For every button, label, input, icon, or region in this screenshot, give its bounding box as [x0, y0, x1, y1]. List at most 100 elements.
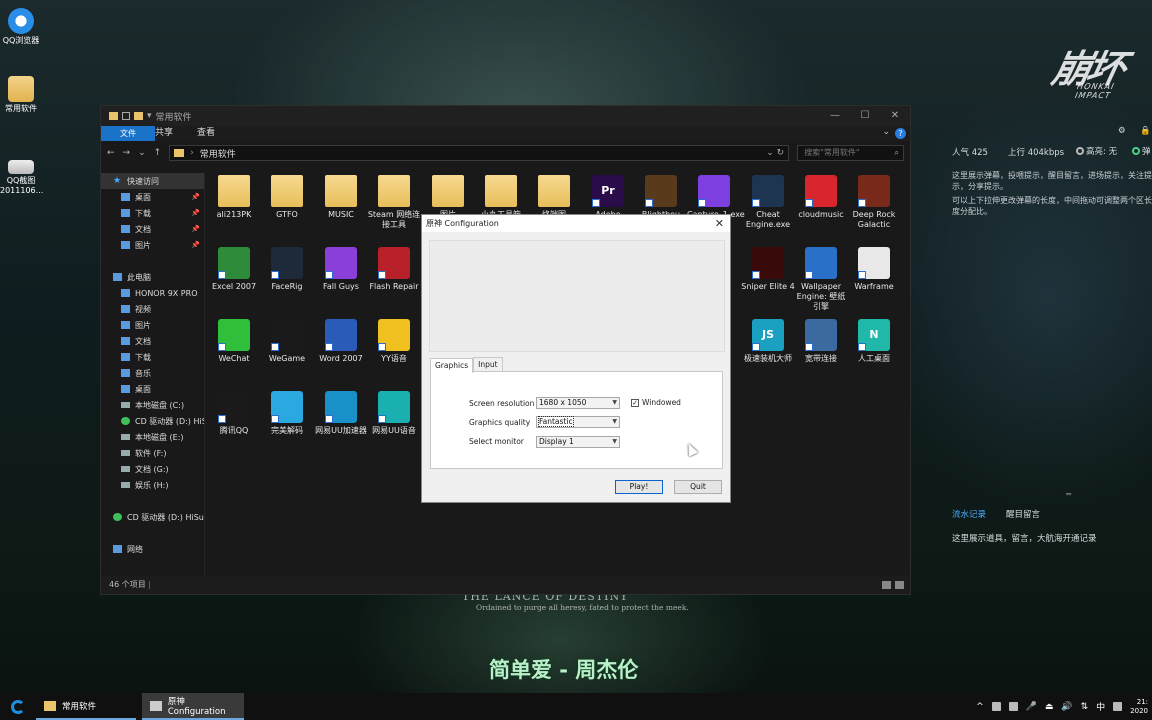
nav-item[interactable]: 视频 — [101, 301, 204, 317]
tray-app-icon[interactable] — [991, 702, 1001, 711]
close-button[interactable]: ✕ — [880, 106, 910, 126]
danmaku-option[interactable]: 弹 — [1132, 145, 1151, 157]
file-item[interactable]: MUSIC — [314, 175, 368, 220]
breadcrumb-chevron-icon[interactable]: › — [190, 148, 194, 158]
nav-item[interactable]: 此电脑 — [101, 269, 204, 285]
lock-icon[interactable]: 🔒 — [1140, 126, 1151, 136]
microphone-icon[interactable]: 🎤 — [1026, 702, 1037, 712]
input-method-indicator[interactable]: 中 — [1096, 700, 1105, 713]
help-icon[interactable]: ? — [895, 128, 906, 139]
network-icon[interactable]: ⇅ — [1081, 702, 1089, 712]
file-item[interactable]: 腾讯QQ — [207, 391, 261, 436]
file-item[interactable]: GTFO — [260, 175, 314, 220]
file-item[interactable]: Steam 网络连接工具 — [367, 175, 421, 230]
nav-item[interactable]: 图片 — [101, 317, 204, 333]
up-arrow-icon[interactable]: ↑ — [154, 148, 162, 158]
nav-item[interactable]: 桌面 — [101, 381, 204, 397]
file-item[interactable]: Fall Guys — [314, 247, 368, 292]
quit-button[interactable]: Quit — [674, 480, 722, 494]
file-item[interactable]: Word 2007 — [314, 319, 368, 364]
nav-item[interactable]: HONOR 9X PRO — [101, 285, 204, 301]
play-button[interactable]: Play! — [615, 480, 663, 494]
refresh-icon[interactable]: ⌄ ↻ — [766, 148, 784, 158]
tab-file[interactable]: 文件 — [101, 126, 155, 141]
file-item[interactable]: 完美解码 — [260, 391, 314, 436]
nav-item[interactable]: 文档 — [101, 333, 204, 349]
back-arrow-icon[interactable]: ← — [107, 148, 115, 158]
checkbox-icon[interactable] — [122, 112, 130, 120]
tab-input[interactable]: Input — [473, 357, 503, 372]
taskbar-item-config[interactable]: 原神 Configuration — [142, 693, 244, 720]
tab-graphics[interactable]: Graphics — [430, 358, 474, 373]
file-item[interactable]: 网易UU加速器 — [314, 391, 368, 436]
nav-item[interactable]: 网络 — [101, 541, 204, 557]
nav-item[interactable]: 音乐 — [101, 365, 204, 381]
large-icons-view-icon[interactable] — [895, 581, 904, 589]
monitor-select[interactable]: Display 1 ▼ — [536, 436, 620, 448]
file-item[interactable]: N 人工桌面 — [847, 319, 901, 364]
file-item[interactable]: Warframe — [847, 247, 901, 292]
nav-item[interactable]: ★ 快速访问 — [101, 173, 204, 189]
search-input[interactable]: 搜索"常用软件" ⌕ — [797, 145, 904, 161]
nav-item[interactable]: 本地磁盘 (C:) — [101, 397, 204, 413]
nav-item[interactable]: CD 驱动器 (D:) HiS — [101, 413, 204, 429]
file-item[interactable]: cloudmusic — [794, 175, 848, 220]
details-view-icon[interactable] — [882, 581, 891, 589]
file-item[interactable]: Sniper Elite 4 — [741, 247, 795, 292]
quality-select[interactable]: Fantastic ▼ — [536, 416, 620, 428]
tab-super-chat[interactable]: 醒目留言 — [1006, 508, 1040, 520]
title-bar[interactable]: ▾ 常用软件 — ☐ ✕ — [101, 106, 910, 126]
file-item[interactable]: WeGame — [260, 319, 314, 364]
file-item[interactable]: Flash Repair — [367, 247, 421, 292]
volume-icon[interactable]: 🔊 — [1061, 702, 1072, 712]
tray-app-icon[interactable] — [1008, 702, 1018, 711]
highlight-option[interactable]: 高亮: 无 — [1076, 145, 1117, 157]
dialog-title-bar[interactable]: 原神 Configuration ✕ — [422, 215, 730, 232]
desktop-icon-folder[interactable]: 常用软件 — [0, 76, 42, 114]
nav-item[interactable]: CD 驱动器 (D:) HiSu — [101, 509, 204, 525]
resize-handle[interactable]: ═ — [1066, 490, 1071, 500]
nav-item[interactable]: 文档 (G:) — [101, 461, 204, 477]
close-icon[interactable]: ✕ — [715, 217, 724, 230]
tab-flow-record[interactable]: 流水记录 — [952, 508, 986, 520]
file-item[interactable]: Cheat Engine.exe — [741, 175, 795, 230]
nav-item[interactable]: 娱乐 (H:) — [101, 477, 204, 493]
chevron-down-icon[interactable]: ⌄ — [882, 127, 890, 137]
file-item[interactable]: YY语音 — [367, 319, 421, 364]
breadcrumb[interactable]: 常用软件 — [200, 147, 236, 160]
nav-item[interactable]: 软件 (F:) — [101, 445, 204, 461]
usb-icon[interactable]: ⏏ — [1045, 702, 1054, 712]
chevron-down-icon[interactable]: ▾ — [147, 111, 152, 121]
desktop-icon-browser[interactable]: QQ浏览器 — [0, 8, 42, 46]
nav-item[interactable]: 文档 📌 — [101, 221, 204, 237]
file-item[interactable]: WeChat — [207, 319, 261, 364]
edge-browser-button[interactable] — [0, 693, 36, 720]
tray-app-icon[interactable] — [1113, 702, 1123, 711]
resolution-select[interactable]: 1680 x 1050 ▼ — [536, 397, 620, 409]
file-item[interactable]: FaceRig — [260, 247, 314, 292]
file-item[interactable]: JS 极速装机大师 — [741, 319, 795, 364]
nav-item[interactable]: 下载 📌 — [101, 205, 204, 221]
nav-item[interactable]: 本地磁盘 (E:) — [101, 429, 204, 445]
gear-icon[interactable]: ⚙ — [1118, 126, 1126, 136]
minimize-button[interactable]: — — [820, 106, 850, 126]
recent-chevron-icon[interactable]: ⌄ — [138, 148, 146, 158]
maximize-button[interactable]: ☐ — [850, 106, 880, 126]
file-item[interactable]: Wallpaper Engine: 壁纸引擎 — [794, 247, 848, 312]
desktop-icon-screenshot[interactable]: QQ截图2011106... — [0, 152, 43, 196]
address-bar[interactable]: › 常用软件 ⌄ ↻ — [169, 145, 790, 161]
nav-item[interactable]: 图片 📌 — [101, 237, 204, 253]
nav-item[interactable]: 桌面 📌 — [101, 189, 204, 205]
file-item[interactable]: Deep Rock Galactic — [847, 175, 901, 230]
forward-arrow-icon[interactable]: → — [123, 148, 131, 158]
nav-item[interactable]: 下载 — [101, 349, 204, 365]
tray-expand-icon[interactable]: ^ — [976, 702, 984, 712]
file-item[interactable]: 宽带连接 — [794, 319, 848, 364]
tab-view[interactable]: 查看 — [185, 126, 227, 141]
file-item[interactable]: 网易UU语音 — [367, 391, 421, 436]
windowed-checkbox[interactable]: ✓ Windowed — [631, 398, 681, 407]
taskbar-item-explorer[interactable]: 常用软件 — [36, 693, 136, 720]
clock[interactable]: 21: 2020 — [1130, 698, 1148, 716]
file-item[interactable]: ali213PK — [207, 175, 261, 220]
folder-icon[interactable] — [134, 112, 143, 120]
